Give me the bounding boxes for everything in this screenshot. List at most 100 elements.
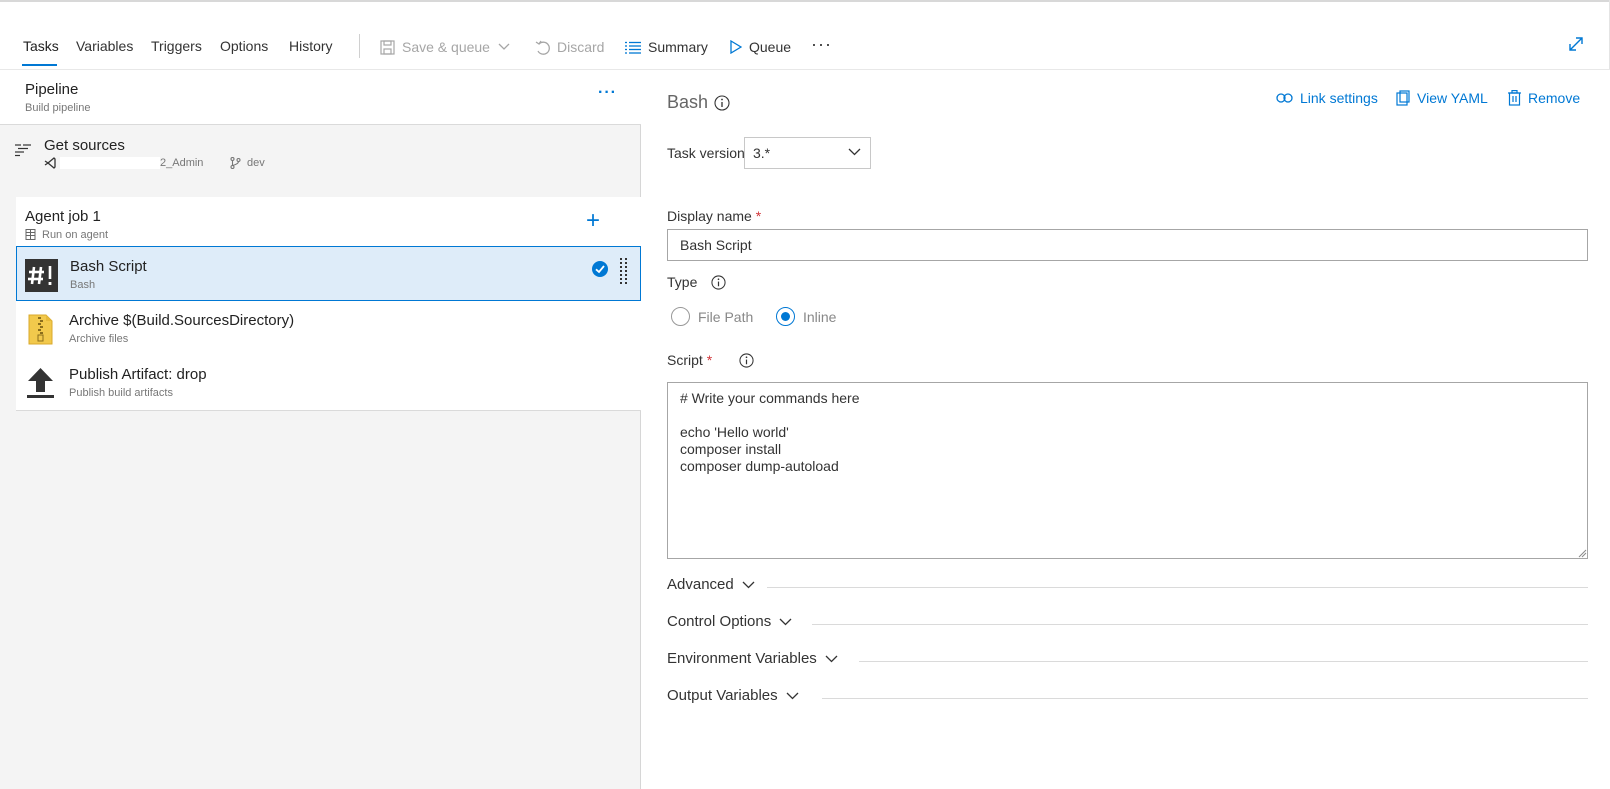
save-icon xyxy=(380,39,395,55)
agent-job-title: Agent job 1 xyxy=(25,208,101,225)
section-title-text: Output Variables xyxy=(667,687,778,704)
section-divider xyxy=(767,587,1588,588)
play-icon xyxy=(730,40,742,54)
task-publish-artifact[interactable]: Publish Artifact: drop Publish build art… xyxy=(16,355,641,410)
add-task-button[interactable]: + xyxy=(586,209,600,233)
summary-button[interactable]: Summary xyxy=(625,36,708,58)
save-queue-button[interactable]: Save & queue xyxy=(380,36,510,58)
required-mark: * xyxy=(755,208,762,224)
task-archive[interactable]: Archive $(Build.SourcesDirectory) Archiv… xyxy=(16,301,641,356)
section-title: Output Variables xyxy=(667,687,799,704)
chevron-down-icon xyxy=(742,581,755,588)
section-control-options[interactable]: Control Options xyxy=(667,613,1588,635)
radio-label: File Path xyxy=(698,308,754,325)
section-divider xyxy=(859,661,1588,662)
view-yaml-button[interactable]: View YAML xyxy=(1396,90,1488,106)
tab-options[interactable]: Options xyxy=(220,38,268,54)
section-title-text: Environment Variables xyxy=(667,650,817,667)
chevron-down-icon xyxy=(848,148,861,156)
section-divider xyxy=(812,624,1588,625)
pipeline-header[interactable]: Pipeline Build pipeline ··· xyxy=(0,70,641,125)
link-settings-label: Link settings xyxy=(1300,90,1378,106)
bash-icon xyxy=(25,259,58,292)
chevron-down-icon xyxy=(786,692,799,699)
get-sources-item[interactable]: Get sources 2_Admin dev xyxy=(0,126,641,190)
info-icon[interactable] xyxy=(739,353,754,368)
display-name-label-text: Display name xyxy=(667,208,752,224)
pipeline-title: Pipeline xyxy=(25,81,79,98)
info-icon[interactable] xyxy=(711,275,726,290)
section-environment-variables[interactable]: Environment Variables xyxy=(667,650,1588,672)
get-sources-title: Get sources xyxy=(44,137,125,154)
task-version-select[interactable]: 3.* xyxy=(744,137,871,169)
summary-label: Summary xyxy=(648,39,708,55)
section-divider xyxy=(822,698,1588,699)
save-queue-label: Save & queue xyxy=(402,39,490,55)
queue-button[interactable]: Queue xyxy=(730,36,791,58)
chevron-down-icon xyxy=(779,618,792,625)
upload-icon xyxy=(27,368,54,398)
tab-history[interactable]: History xyxy=(289,38,333,54)
active-tab-indicator xyxy=(22,64,57,66)
task-title: Archive $(Build.SourcesDirectory) xyxy=(69,312,295,329)
chevron-down-icon xyxy=(498,43,510,50)
discard-button[interactable]: Discard xyxy=(535,36,604,58)
pipeline-more-button[interactable]: ··· xyxy=(598,84,617,102)
section-title: Control Options xyxy=(667,613,792,630)
queue-label: Queue xyxy=(749,39,792,55)
repo-icon xyxy=(44,157,56,169)
task-detail-title: Bash xyxy=(667,92,709,112)
resize-grip-icon[interactable] xyxy=(1578,549,1587,558)
task-version-value: 3.* xyxy=(753,145,771,161)
clipboard-icon xyxy=(1396,90,1410,106)
section-output-variables[interactable]: Output Variables xyxy=(667,687,1588,709)
tab-variables[interactable]: Variables xyxy=(76,38,133,54)
toolbar-divider xyxy=(359,34,360,58)
radio-circle-checked xyxy=(776,307,795,326)
section-title: Advanced xyxy=(667,576,755,593)
script-editor[interactable]: # Write your commands here echo 'Hello w… xyxy=(667,382,1588,559)
more-actions-button[interactable]: ··· xyxy=(811,34,832,55)
chevron-down-icon xyxy=(825,655,838,662)
task-title: Bash Script xyxy=(70,258,147,275)
task-subtitle: Publish build artifacts xyxy=(69,387,173,399)
link-settings-button[interactable]: Link settings xyxy=(1276,90,1378,106)
tab-triggers[interactable]: Triggers xyxy=(151,38,202,54)
sources-icon xyxy=(15,144,31,157)
toolbar: Tasks Variables Triggers Options History… xyxy=(0,30,1610,70)
task-version-label: Task version xyxy=(667,145,745,161)
radio-circle xyxy=(671,307,690,326)
radio-label: Inline xyxy=(803,308,837,325)
section-title-text: Advanced xyxy=(667,576,734,593)
section-advanced[interactable]: Advanced xyxy=(667,576,1588,598)
task-title: Publish Artifact: drop xyxy=(69,366,207,383)
section-title-text: Control Options xyxy=(667,613,772,630)
view-yaml-label: View YAML xyxy=(1417,90,1488,106)
repo-name: 2_Admin xyxy=(160,157,204,169)
required-mark: * xyxy=(706,352,713,368)
section-title: Environment Variables xyxy=(667,650,838,667)
expand-icon[interactable] xyxy=(1568,36,1584,52)
discard-label: Discard xyxy=(557,39,605,55)
script-label-text: Script xyxy=(667,352,703,368)
script-label: Script * xyxy=(667,352,712,368)
task-list-panel: Pipeline Build pipeline ··· Get sources … xyxy=(0,70,641,789)
list-icon xyxy=(625,41,641,54)
type-radio-file-path[interactable]: File Path xyxy=(671,307,753,326)
task-subtitle: Bash xyxy=(70,279,96,291)
tab-tasks[interactable]: Tasks xyxy=(23,38,59,54)
remove-button[interactable]: Remove xyxy=(1508,90,1580,106)
task-bash-script[interactable]: Bash Script Bash xyxy=(16,246,641,301)
agent-job[interactable]: Agent job 1 Run on agent + xyxy=(16,197,641,252)
branch-name: dev xyxy=(247,157,265,169)
display-name-field[interactable] xyxy=(667,229,1588,261)
info-icon[interactable] xyxy=(714,95,730,111)
task-detail-panel: Bash Link settings View YAML Remove Task… xyxy=(642,70,1610,789)
branch-icon xyxy=(230,157,241,169)
link-icon xyxy=(1276,93,1293,103)
pipeline-subtitle: Build pipeline xyxy=(25,102,91,114)
display-name-label: Display name * xyxy=(667,208,761,224)
agent-job-subtitle: Run on agent xyxy=(42,229,109,241)
type-radio-inline[interactable]: Inline xyxy=(776,307,836,326)
drag-handle-icon[interactable] xyxy=(620,258,628,288)
